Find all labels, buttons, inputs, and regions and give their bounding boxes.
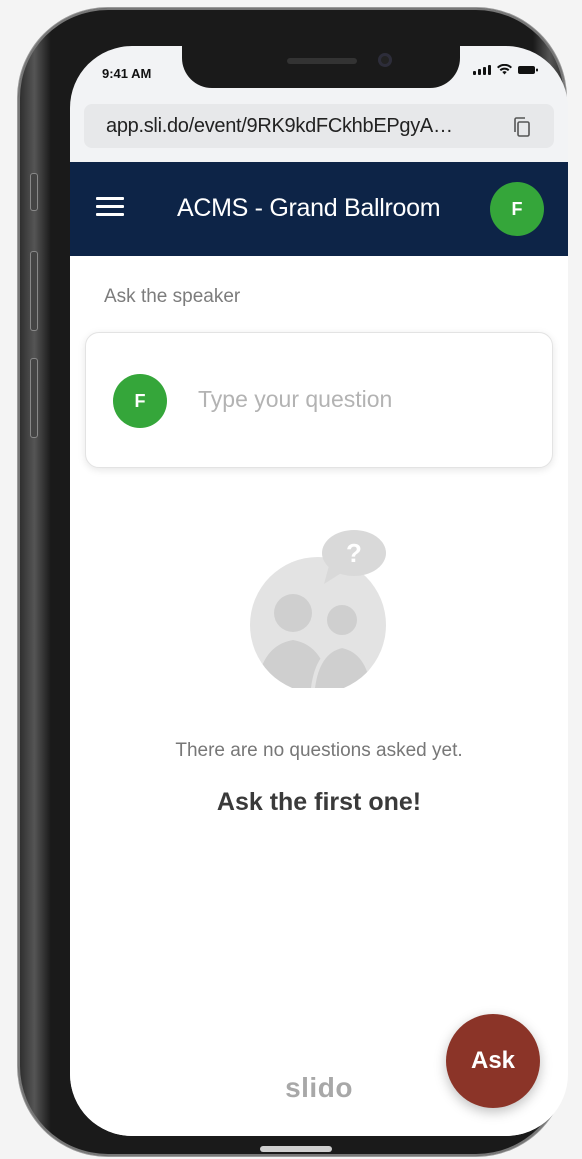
- mute-switch: [30, 173, 38, 211]
- speech-bubble-icon: ?: [322, 530, 386, 584]
- speaker-grille: [287, 58, 357, 64]
- wifi-icon: [497, 64, 512, 75]
- volume-up-button: [30, 251, 38, 331]
- battery-icon: [518, 65, 538, 74]
- user-avatar[interactable]: F: [490, 182, 544, 236]
- status-icons: [473, 64, 538, 75]
- notch: [182, 46, 460, 88]
- ask-button[interactable]: Ask: [446, 1014, 540, 1108]
- volume-down-button: [30, 358, 38, 438]
- signal-icon: [473, 64, 491, 75]
- hamburger-menu-icon[interactable]: [96, 197, 124, 219]
- main-content: Ask the speaker F ?: [70, 256, 568, 1136]
- ask-section-label: Ask the speaker: [104, 286, 241, 307]
- camera: [378, 53, 392, 67]
- status-time: 9:41 AM: [102, 66, 152, 81]
- phone-frame: 9:41 AM app.sli.do/event/9RK9kdFCkhbEPgy…: [18, 8, 568, 1156]
- question-card[interactable]: F: [85, 332, 553, 468]
- question-avatar: F: [113, 374, 167, 428]
- empty-state-message: There are no questions asked yet.: [175, 740, 463, 761]
- event-title: ACMS - Grand Ballroom: [177, 194, 441, 222]
- empty-state-cta: Ask the first one!: [216, 788, 422, 816]
- bubble-question-mark: ?: [346, 538, 362, 568]
- home-indicator: [260, 1146, 332, 1152]
- phone-screen: 9:41 AM app.sli.do/event/9RK9kdFCkhbEPgy…: [70, 46, 568, 1136]
- copy-icon[interactable]: [512, 116, 532, 138]
- url-text: app.sli.do/event/9RK9kdFCkhbEPgyA…: [106, 114, 453, 137]
- no-questions-illustration-icon: ?: [250, 530, 386, 688]
- question-input[interactable]: [198, 377, 528, 421]
- url-bar[interactable]: app.sli.do/event/9RK9kdFCkhbEPgyA…: [84, 104, 554, 148]
- app-header: ACMS - Grand Ballroom F: [70, 162, 568, 256]
